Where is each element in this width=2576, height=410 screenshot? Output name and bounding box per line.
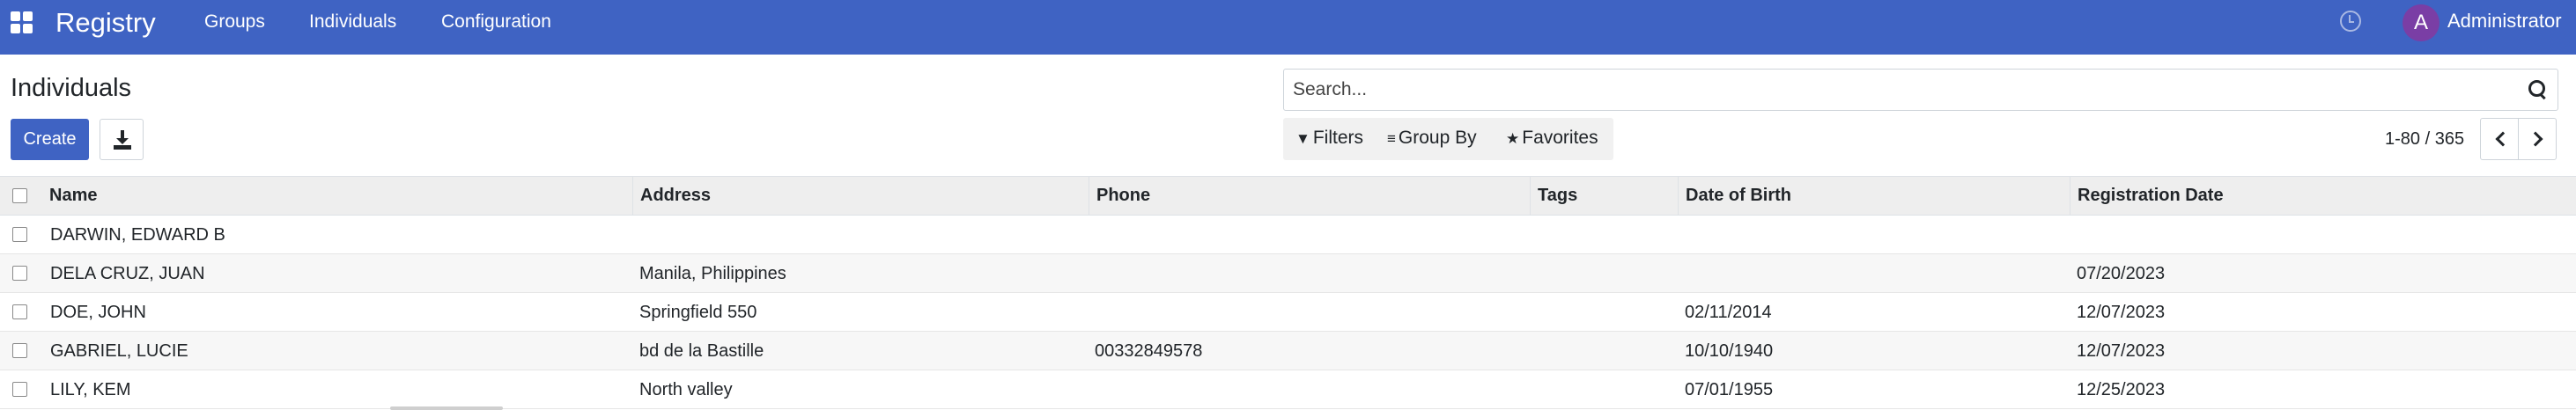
table-row[interactable]: DARWIN, EDWARD B [0, 216, 2576, 254]
table-row[interactable]: DELA CRUZ, JUAN Manila, Philippines 07/2… [0, 254, 2576, 293]
groupby-label: Group By [1398, 128, 1477, 148]
app-title[interactable]: Registry [55, 7, 156, 39]
column-header-tags[interactable]: Tags [1530, 177, 1679, 216]
cell-name: DOE, JOHN [50, 303, 146, 322]
download-icon [114, 130, 131, 150]
pager-value[interactable]: 1-80 / 365 [2385, 128, 2464, 150]
top-navbar: Registry Groups Individuals Configuratio… [0, 0, 2576, 55]
search-options-bar: ▼ Filters ≡ Group By ★ Favorites [1283, 118, 1613, 160]
cell-address [639, 216, 1080, 254]
pager-previous-button[interactable] [2480, 118, 2519, 160]
row-checkbox[interactable] [12, 304, 27, 319]
cell-name: GABRIEL, LUCIE [50, 341, 188, 361]
cell-registration-date: 12/25/2023 [2077, 380, 2166, 399]
list-bars-icon: ≡ [1387, 130, 1396, 147]
column-header-registration-date[interactable]: Registration Date [2070, 177, 2576, 216]
cell-date-of-birth: 07/01/1955 [1685, 380, 1774, 399]
cell-tags [1537, 254, 1669, 293]
cell-phone [1095, 254, 1517, 293]
table-row[interactable]: LILY, KEM North valley 07/01/1955 12/25/… [0, 370, 2576, 409]
search-icon[interactable] [2528, 79, 2547, 99]
page-title: Individuals [11, 74, 132, 102]
cell-registration-date: 12/07/2023 [2077, 341, 2166, 361]
cell-address: bd de la Bastille [639, 341, 764, 361]
cell-tags [1537, 293, 1669, 332]
column-header-date-of-birth[interactable]: Date of Birth [1678, 177, 2070, 216]
search-input[interactable] [1293, 70, 2508, 110]
create-button[interactable]: Create [11, 119, 89, 160]
cell-registration-date: 12/07/2023 [2077, 303, 2166, 322]
cell-name: DARWIN, EDWARD B [50, 225, 225, 245]
filters-toggle[interactable]: ▼ Filters [1295, 127, 1363, 150]
cell-phone [1095, 293, 1517, 332]
filter-funnel-icon: ▼ [1295, 130, 1310, 147]
activity-clock-icon[interactable] [2340, 11, 2361, 32]
row-checkbox[interactable] [12, 382, 27, 397]
user-name[interactable]: Administrator [2447, 10, 2562, 33]
favorites-toggle[interactable]: ★ Favorites [1506, 127, 1598, 150]
cell-phone [1095, 370, 1517, 409]
cell-address: North valley [639, 380, 733, 399]
cell-address: Springfield 550 [639, 303, 757, 322]
chevron-left-icon [2495, 131, 2511, 147]
menu-groups[interactable]: Groups [204, 11, 265, 33]
cell-date-of-birth: 10/10/1940 [1685, 341, 1774, 361]
cell-date-of-birth [1685, 216, 2063, 254]
cell-tags [1537, 370, 1669, 409]
cell-tags [1537, 216, 1669, 254]
apps-grid-icon[interactable] [11, 11, 33, 34]
star-icon: ★ [1506, 130, 1520, 147]
cell-date-of-birth [1685, 254, 2063, 293]
cell-phone [1095, 216, 1517, 254]
row-checkbox[interactable] [12, 343, 27, 358]
cell-tags [1537, 332, 1669, 370]
cell-registration-date: 07/20/2023 [2077, 264, 2166, 283]
table-row[interactable]: GABRIEL, LUCIE bd de la Bastille 0033284… [0, 332, 2576, 370]
filters-label: Filters [1312, 128, 1363, 148]
export-button[interactable] [100, 119, 144, 160]
horizontal-scrollbar[interactable] [390, 406, 503, 410]
column-header-phone[interactable]: Phone [1089, 177, 1529, 216]
select-all-checkbox[interactable] [12, 188, 27, 203]
column-header-name[interactable]: Name [42, 177, 638, 216]
menu-configuration[interactable]: Configuration [441, 11, 551, 33]
chevron-right-icon [2528, 131, 2543, 147]
cell-name: LILY, KEM [50, 380, 131, 399]
favorites-label: Favorites [1522, 128, 1598, 148]
cell-registration-date [2077, 216, 2561, 254]
search-box [1283, 69, 2558, 111]
row-checkbox[interactable] [12, 227, 27, 242]
pager-next-button[interactable] [2518, 118, 2557, 160]
table-header: Name Address Phone Tags Date of Birth Re… [0, 176, 2576, 216]
cell-name: DELA CRUZ, JUAN [50, 264, 205, 283]
row-checkbox[interactable] [12, 266, 27, 281]
user-avatar[interactable]: A [2403, 4, 2439, 41]
table-row[interactable]: DOE, JOHN Springfield 550 02/11/2014 12/… [0, 293, 2576, 332]
groupby-toggle[interactable]: ≡ Group By [1387, 127, 1477, 150]
menu-individuals[interactable]: Individuals [309, 11, 396, 33]
cell-phone: 00332849578 [1095, 341, 1203, 361]
column-header-address[interactable]: Address [632, 177, 1090, 216]
cell-address: Manila, Philippines [639, 264, 786, 283]
cell-date-of-birth: 02/11/2014 [1685, 303, 1772, 322]
